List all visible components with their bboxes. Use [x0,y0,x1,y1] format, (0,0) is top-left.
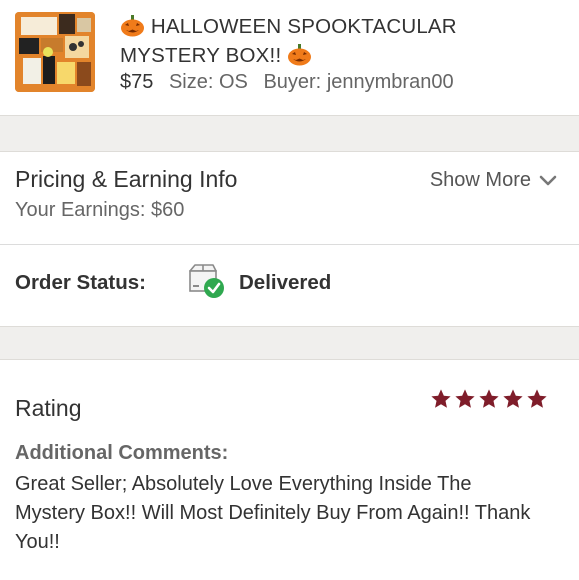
comments-label: Additional Comments: [15,442,229,464]
size-label: Size: [168,71,214,93]
buyer-label: Buyer: [263,71,322,93]
section-separator [0,115,579,152]
star-icon [479,389,499,408]
star-icon [503,389,523,408]
show-more-label: Show More [429,169,531,191]
star-icon [527,389,547,408]
rating-section: Rating Additional Comments: Great Seller… [0,360,579,580]
order-status-value: Delivered [239,271,332,294]
star-icon [455,389,475,408]
product-price: $75 [120,71,154,93]
product-thumbnail[interactable] [15,12,95,92]
section-separator [0,326,579,360]
rating-title: Rating [15,395,82,421]
pumpkin-icon [287,44,312,66]
order-status-section: Order Status: Delivered [0,245,579,327]
product-title-line2: MYSTERY BOX!! [120,44,282,67]
buyer-name[interactable]: jennymbran00 [327,71,454,93]
comments-text: Great Seller; Absolutely Love Everything… [15,473,531,553]
star-icon [431,389,451,408]
chevron-down-icon [539,175,557,185]
show-more-button[interactable]: Show More [430,169,557,192]
product-title[interactable]: HALLOWEEN SPOOKTACULAR MYSTERY BOX!! [120,12,560,70]
order-details-page: HALLOWEEN SPOOKTACULAR MYSTERY BOX!! $75… [0,0,579,580]
pricing-title: Pricing & Earning Info [15,166,238,192]
order-status-label: Order Status: [15,271,146,294]
product-title-line1: HALLOWEEN SPOOKTACULAR [150,15,457,38]
package-delivered-icon [187,263,227,299]
product-meta: $75 Size: OS Buyer: jennymbran00 [120,68,454,96]
star-rating [430,388,548,410]
product-summary[interactable]: HALLOWEEN SPOOKTACULAR MYSTERY BOX!! $75… [0,0,579,115]
pricing-section: Pricing & Earning Info Your Earnings: $6… [0,152,579,244]
pumpkin-icon [120,15,145,37]
earnings-text: Your Earnings: $60 [15,199,185,221]
size-value: OS [218,71,248,93]
